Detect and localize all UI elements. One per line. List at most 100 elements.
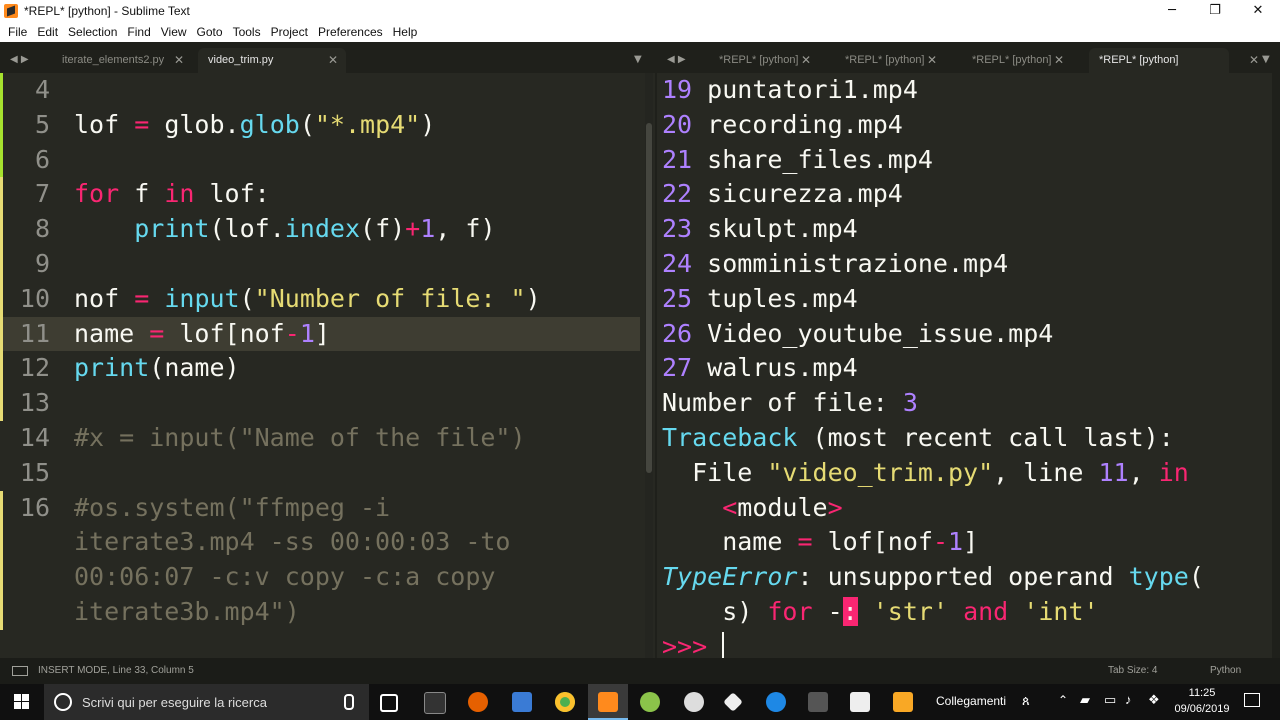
tab-close-icon[interactable]: ✕ (1054, 48, 1064, 73)
left-tab-bar: ◀ ▶ iterate_elements2.py ✕ video_trim.py ✕… (0, 42, 655, 73)
right-tab-bar: ◀ ▶ *REPL* [python] ✕ *REPL* [python] ✕ *R… (657, 42, 1280, 73)
app-icon[interactable] (808, 692, 828, 712)
line-number: 15 (19, 457, 50, 487)
status-tab-size[interactable]: Tab Size: 4 (1108, 665, 1157, 676)
repl-line[interactable]: 21 share_files.mp4 (662, 143, 933, 177)
menu-preferences[interactable]: Preferences (318, 25, 383, 39)
status-syntax[interactable]: Python (1210, 665, 1241, 676)
clock-date[interactable]: 09/06/2019 (1166, 703, 1238, 715)
tab-repl-3[interactable]: *REPL* [python] ✕ (962, 48, 1072, 73)
app-icon[interactable] (723, 692, 743, 712)
repl-line[interactable]: 22 sicurezza.mp4 (662, 177, 903, 211)
editor-scrollbar[interactable] (645, 73, 653, 658)
tab-close-icon[interactable]: ✕ (927, 48, 937, 73)
line-number: 8 (34, 214, 50, 244)
menu-find[interactable]: Find (127, 25, 150, 39)
repl-line[interactable]: 19 puntatori1.mp4 (662, 73, 918, 107)
person-icon[interactable]: ጰ (1022, 693, 1030, 709)
repl-line[interactable]: Traceback (most recent call last): (662, 421, 1174, 455)
tab-close-icon[interactable]: ✕ (1249, 48, 1259, 73)
menu-view[interactable]: View (161, 25, 187, 39)
tab-repl-1[interactable]: *REPL* [python] ✕ (709, 48, 819, 73)
tab-close-icon[interactable]: ✕ (801, 48, 811, 73)
file-manager-icon[interactable] (512, 692, 532, 712)
repl-line[interactable]: 23 skulpt.mp4 (662, 212, 858, 246)
links-toolbar[interactable]: Collegamenti (936, 694, 1006, 708)
tab-dropdown-icon[interactable]: ▼ (1262, 54, 1270, 65)
app-icon[interactable] (850, 692, 870, 712)
code-line[interactable]: #x = input("Name of the file") (74, 421, 526, 455)
repl-line[interactable]: >>> (662, 630, 725, 658)
tab-close-icon[interactable]: ✕ (328, 48, 338, 73)
app-icon[interactable] (684, 692, 704, 712)
sublime-text-icon (4, 4, 18, 18)
tab-close-icon[interactable]: ✕ (174, 48, 184, 73)
folder-icon[interactable] (893, 692, 913, 712)
code-line[interactable]: iterate3b.mp4") (74, 595, 300, 629)
console-icon[interactable] (12, 666, 28, 676)
windows-start-icon[interactable] (14, 694, 30, 710)
git-gutter-marker (0, 490, 3, 630)
firefox-icon[interactable] (468, 692, 488, 712)
repl-line[interactable]: File "video_trim.py", line 11, in (662, 456, 1189, 490)
repl-scrollbar[interactable] (1272, 73, 1280, 658)
tab-repl-4[interactable]: *REPL* [python] ✕ (1089, 48, 1259, 73)
code-line[interactable]: 00:06:07 -c:v copy -c:a copy (74, 560, 495, 594)
menu-edit[interactable]: Edit (37, 25, 58, 39)
menu-selection[interactable]: Selection (68, 25, 117, 39)
code-line[interactable]: lof = glob.glob("*.mp4") (74, 108, 435, 142)
tab-video-trim[interactable]: video_trim.py ✕ (198, 48, 346, 73)
repl-pane[interactable]: 19 puntatori1.mp4 20 recording.mp4 21 shar… (657, 73, 1272, 658)
code-line[interactable]: #os.system("ffmpeg -i (74, 491, 390, 525)
close-button[interactable]: ✕ (1236, 0, 1280, 22)
chevron-up-icon[interactable]: ⌃ (1058, 693, 1068, 707)
dropbox-icon[interactable]: ❖ (1148, 692, 1160, 708)
tab-dropdown-icon[interactable]: ▼ (634, 54, 642, 65)
repl-line[interactable]: s) for -: 'str' and 'int' (662, 595, 1099, 629)
code-line[interactable]: for f in lof: (74, 177, 270, 211)
sublime-taskbar-button[interactable] (588, 684, 628, 720)
repl-line[interactable]: 25 tuples.mp4 (662, 282, 858, 316)
volume-icon[interactable]: ♪ (1125, 692, 1132, 707)
tab-nav-arrows-icon[interactable]: ◀ ▶ (667, 54, 686, 65)
line-number: 10 (19, 283, 50, 313)
code-line[interactable]: print(name) (74, 351, 240, 385)
code-line[interactable]: name = lof[nof-1] (74, 317, 330, 351)
tab-repl-2[interactable]: *REPL* [python] ✕ (835, 48, 945, 73)
app-icon[interactable] (640, 692, 660, 712)
minimize-button[interactable]: ─ (1150, 0, 1194, 22)
tab-iterate-elements2[interactable]: iterate_elements2.py ✕ (52, 48, 192, 73)
code-line[interactable]: nof = input("Number of file: ") (74, 282, 541, 316)
maximize-button[interactable]: ❐ (1193, 0, 1237, 22)
network-icon[interactable]: ▰ (1080, 692, 1090, 708)
repl-line[interactable]: 26 Video_youtube_issue.mp4 (662, 317, 1053, 351)
repl-line[interactable]: 27 walrus.mp4 (662, 351, 858, 385)
menu-bar: File Edit Selection Find View Goto Tools… (0, 22, 1280, 42)
code-line[interactable]: print(lof.index(f)+1, f) (74, 212, 495, 246)
repl-line[interactable]: 24 somministrazione.mp4 (662, 247, 1008, 281)
repl-line[interactable]: TypeError: unsupported operand type( (662, 560, 1204, 594)
menu-file[interactable]: File (8, 25, 27, 39)
task-view-icon[interactable] (380, 694, 398, 712)
repl-line[interactable]: name = lof[nof-1] (662, 525, 978, 559)
display-icon[interactable]: ▭ (1104, 692, 1116, 708)
status-bar: INSERT MODE, Line 33, Column 5 Tab Size:… (0, 658, 1280, 684)
repl-line[interactable]: <module> (662, 491, 842, 525)
notification-icon[interactable] (1244, 693, 1260, 707)
repl-line[interactable]: 20 recording.mp4 (662, 108, 903, 142)
app-icon[interactable] (766, 692, 786, 712)
tab-nav-arrows-icon[interactable]: ◀ ▶ (10, 54, 29, 65)
terminal-icon[interactable] (424, 692, 446, 714)
window-title: *REPL* [python] - Sublime Text (24, 4, 190, 18)
chrome-icon[interactable] (555, 692, 575, 712)
menu-help[interactable]: Help (393, 25, 418, 39)
menu-goto[interactable]: Goto (197, 25, 223, 39)
menu-project[interactable]: Project (271, 25, 308, 39)
repl-line[interactable]: Number of file: 3 (662, 386, 918, 420)
microphone-icon[interactable] (344, 694, 354, 710)
search-box[interactable]: Scrivi qui per eseguire la ricerca (44, 684, 369, 720)
menu-tools[interactable]: Tools (233, 25, 261, 39)
clock-time[interactable]: 11:25 (1172, 687, 1232, 699)
editor-pane[interactable]: 4 5 lof = glob.glob("*.mp4") 6 7 for f in lof… (0, 73, 645, 658)
code-line[interactable]: iterate3.mp4 -ss 00:00:03 -to (74, 525, 511, 559)
